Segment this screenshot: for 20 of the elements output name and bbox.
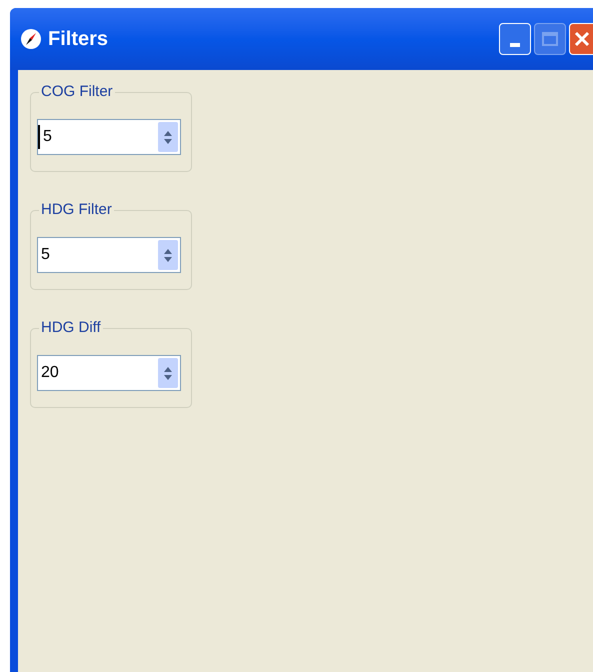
- spin-buttons[interactable]: [158, 358, 178, 388]
- up-arrow-icon: [164, 130, 172, 136]
- down-arrow-icon: [164, 256, 172, 262]
- spin-value: 20: [40, 363, 59, 383]
- down-arrow-icon: [164, 138, 172, 144]
- close-icon: [574, 31, 590, 47]
- window-title: Filters: [48, 27, 108, 52]
- spin-buttons[interactable]: [158, 240, 178, 270]
- spin-buttons[interactable]: [158, 122, 178, 152]
- minimize-button[interactable]: [499, 23, 531, 55]
- spin-value: 5: [40, 245, 50, 265]
- down-arrow-icon: [164, 374, 172, 380]
- up-arrow-icon: [164, 366, 172, 372]
- spin-box[interactable]: 20: [37, 355, 181, 391]
- spin-value: 5: [38, 125, 52, 149]
- close-button[interactable]: [569, 23, 593, 55]
- up-arrow-icon: [164, 248, 172, 254]
- spin-box[interactable]: 5: [37, 237, 181, 273]
- spin-box[interactable]: 5: [37, 119, 181, 155]
- compass-icon: [20, 28, 42, 50]
